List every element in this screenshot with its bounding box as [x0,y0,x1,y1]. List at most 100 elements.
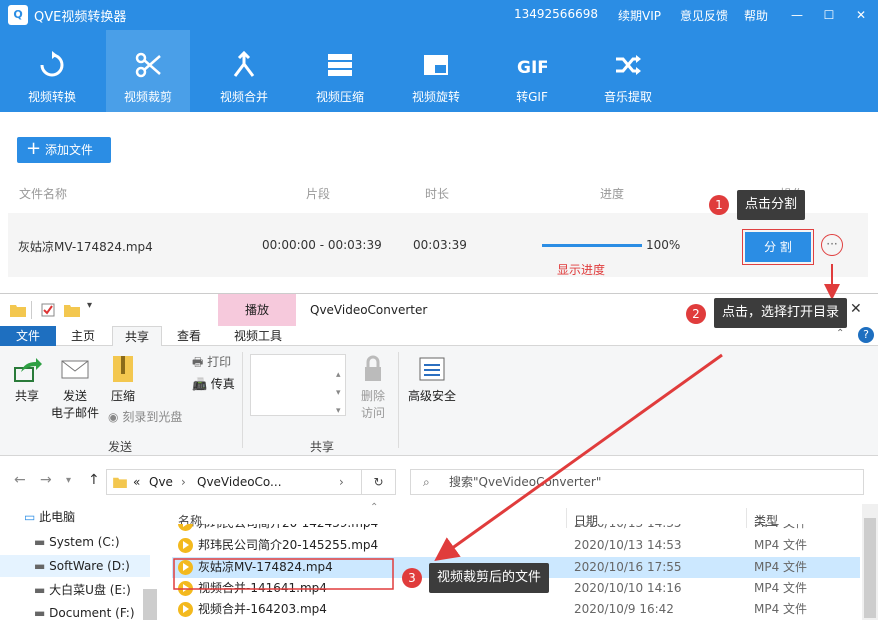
share-icon [14,358,42,382]
ribbon-group-send: 发送 [108,440,133,454]
tab-video-tools[interactable]: 视频工具 [220,326,296,346]
compress-icon [328,54,352,76]
burn-label: 刻录到光盘 [122,410,183,424]
recent-dropdown-icon[interactable]: ▾ [66,475,71,486]
app-titlebar: Q QVE视频转换器 13492566698 续期VIP 意见反馈 帮助 — ☐… [0,0,878,30]
tool-video-crop[interactable]: 视频裁剪 [106,30,190,112]
quick-access-dropdown-icon[interactable]: ▾ [87,300,92,311]
address-bar-row: ← → ▾ ↑ « Qve › QveVideoCo... › ↻ ⌕ 搜索"Q… [0,464,878,498]
lock-icon [365,355,381,381]
list-item[interactable]: 邦玮民公司简介20-145255.mp4 2020/10/13 14:53 MP… [172,535,860,556]
file-item-date: 2020/10/16 17:55 [574,560,682,574]
list-scrollbar[interactable] [862,504,878,620]
forward-arrow-icon[interactable]: → [40,472,52,488]
split-button[interactable]: 分 割 [742,229,814,265]
refresh-button[interactable]: ↻ [362,469,396,495]
list-item[interactable]: 视频合并-164203.mp4 2020/10/9 16:42 MP4 文件 [172,599,860,620]
file-item-name: 灰姑凉MV-174824.mp4 [198,560,333,574]
ribbon-tabs: 文件 主页 共享 查看 视频工具 ⌃ ? [0,326,878,347]
address-box[interactable]: « Qve › QveVideoCo... › [106,469,362,495]
tool-video-rotate[interactable]: 视频旋转 [394,30,478,112]
up-arrow-icon[interactable]: ↑ [88,472,100,488]
address-segment-folder[interactable]: QveVideoCo... [197,470,282,494]
new-folder-icon[interactable] [64,303,80,317]
tool-music-extract[interactable]: 音乐提取 [586,30,670,112]
advanced-security-button[interactable]: 高级安全 [404,354,460,404]
burn-disc-button[interactable]: ◉ 刻录到光盘 [108,408,182,425]
remove-access-button[interactable]: 删除 访问 [356,354,390,421]
file-item-name: 邦玮民公司简介20-142439.mp4 [198,524,378,534]
file-row[interactable]: 灰姑凉MV-174824.mp4 00:00:00 - 00:03:39 00:… [8,213,868,277]
back-arrow-icon[interactable]: ← [14,472,26,488]
share-button[interactable]: 共享 [8,354,46,404]
tab-file[interactable]: 文件 [0,326,56,346]
renew-vip-link[interactable]: 续期VIP [618,7,661,24]
address-segment-qve[interactable]: Qve [149,470,173,494]
disc-icon: ◉ [108,410,119,424]
tool-video-compress[interactable]: 视频压缩 [298,30,382,112]
split-button-label: 分 割 [745,232,811,262]
share-label: 共享 [14,389,39,403]
tool-video-merge[interactable]: 视频合并 [202,30,286,112]
tool-video-convert[interactable]: 视频转换 [10,30,94,112]
send-email-button[interactable]: 发送 电子邮件 [50,354,100,421]
refresh-icon [40,51,64,77]
nav-scrollbar[interactable] [143,589,157,620]
add-file-button[interactable]: + 添加文件 [17,137,111,163]
tool-label: 视频合并 [219,90,268,104]
share-with-list[interactable] [250,354,346,416]
collapse-ribbon-icon[interactable]: ⌃ [836,328,844,339]
tool-label: 转GIF [516,90,548,104]
col-header-name: 文件名称 [19,187,68,201]
feedback-link[interactable]: 意见反馈 [680,7,728,24]
remove-access-label-2: 访问 [360,406,385,420]
share-list-scroll-icon[interactable]: ▴ ▾ ▾ [336,366,341,420]
tool-label: 音乐提取 [603,90,652,104]
nav-item-software-d[interactable]: ▬ SoftWare (D:) [0,555,150,577]
search-placeholder: 搜索"QveVideoConverter" [449,475,602,489]
printer-icon: 🖶 [192,355,204,369]
maximize-icon[interactable]: ☐ [818,4,840,26]
nav-item-this-pc[interactable]: ▭ 此电脑 [0,506,150,528]
help-link[interactable]: 帮助 [744,7,768,24]
usb-drive-icon: ▬ [34,583,46,597]
scrollbar-thumb[interactable] [864,518,876,618]
tab-view[interactable]: 查看 [166,326,212,346]
send-email-label-2: 电子邮件 [50,406,99,420]
col-header-duration: 时长 [425,187,450,201]
fax-button[interactable]: 📠 传真 [192,375,235,392]
breadcrumb-chevron-icon: › [339,475,344,489]
nav-item-document-f[interactable]: ▬ Document (F:) [0,602,150,620]
properties-icon[interactable] [41,303,55,317]
print-button[interactable]: 🖶 打印 [192,353,231,374]
step3-callout: 视频裁剪后的文件 [429,563,550,593]
scissors-icon [135,52,161,78]
file-item-type: MP4 文件 [754,560,808,574]
zip-icon [113,356,133,382]
file-item-name: 视频合并-164203.mp4 [198,602,327,616]
tab-share[interactable]: 共享 [112,326,162,347]
nav-label: SoftWare (D:) [49,559,130,573]
minimize-icon[interactable]: — [786,4,808,26]
tab-home[interactable]: 主页 [60,326,106,346]
explorer-close-icon[interactable]: ✕ [850,301,862,317]
file-duration: 00:03:39 [413,238,467,252]
list-item[interactable]: 邦玮民公司简介20-142439.mp4 2020/10/13 14:35 MP… [172,524,860,534]
tool-to-gif[interactable]: GIF 转GIF [490,30,574,112]
svg-text:GIF: GIF [517,58,547,78]
play-context-tab[interactable]: 播放 [218,294,296,326]
add-file-label: 添加文件 [45,143,94,157]
help-icon[interactable]: ? [858,327,874,343]
close-icon[interactable]: ✕ [850,4,872,26]
file-item-type: MP4 文件 [754,524,807,534]
folder-icon [10,305,26,317]
nav-item-usb-e[interactable]: ▬ 大白菜U盘 (E:) [0,579,150,601]
more-options-icon[interactable] [821,234,843,256]
shuffle-icon [616,55,641,75]
zip-button[interactable]: 压缩 [106,354,140,404]
drive-icon: ▬ [34,606,46,620]
security-icon [419,357,445,381]
search-input[interactable]: ⌕ 搜索"QveVideoConverter" [410,469,864,495]
nav-item-system-c[interactable]: ▬ System (C:) [0,531,150,553]
tool-label: 视频旋转 [411,90,460,104]
